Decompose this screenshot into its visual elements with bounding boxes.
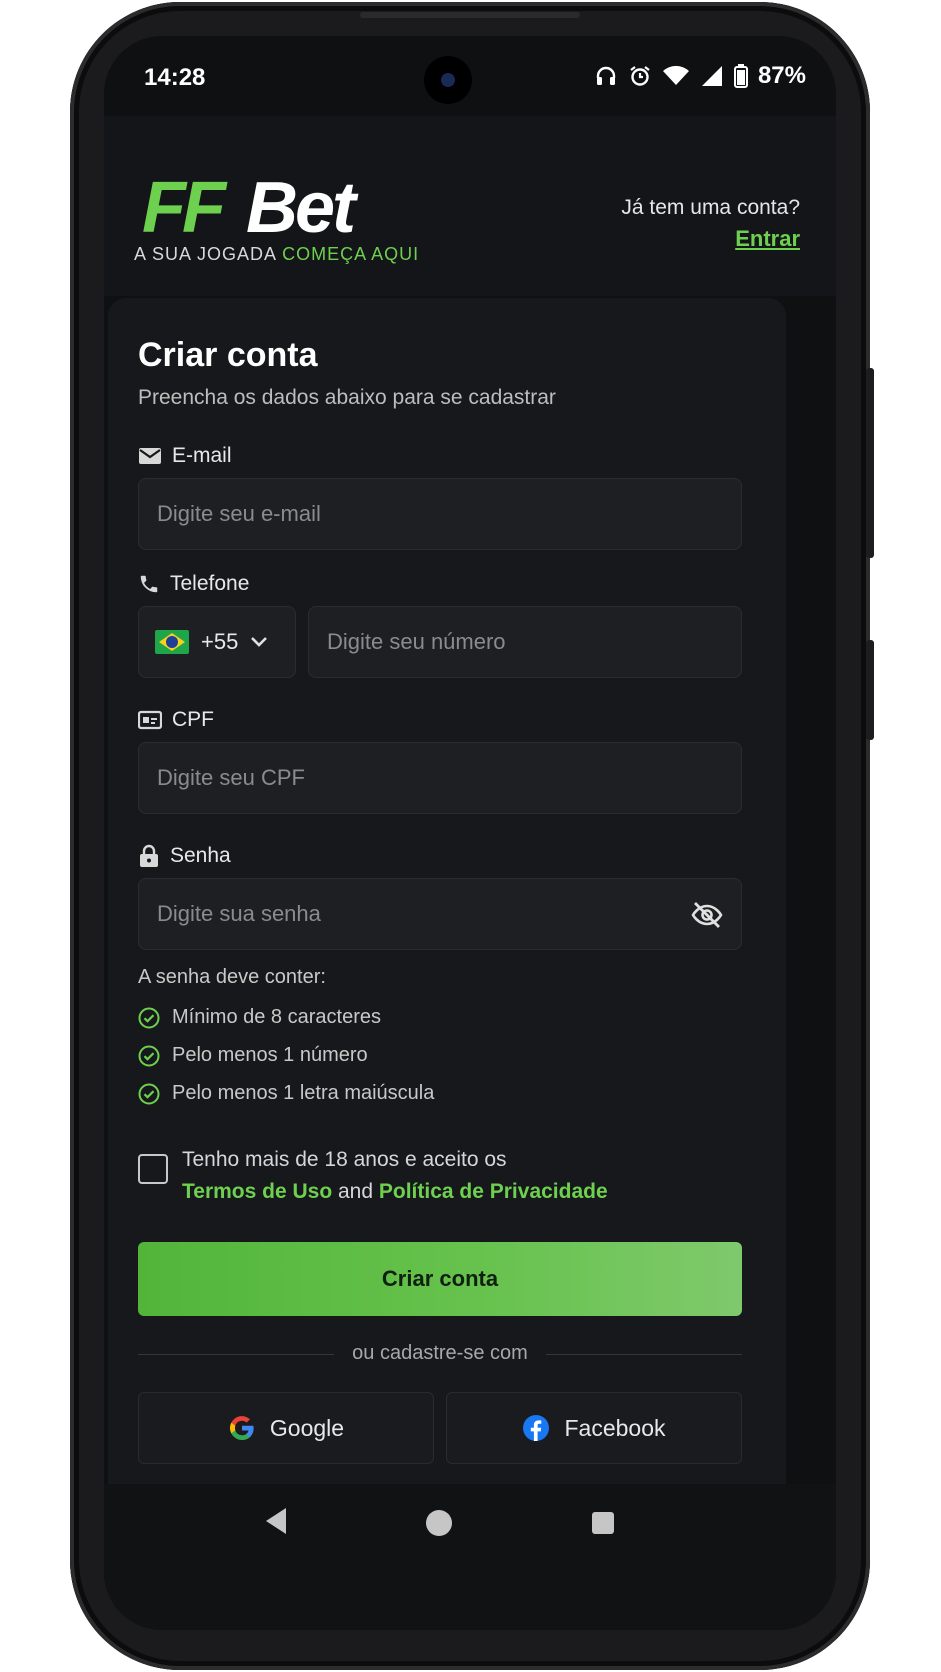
front-camera [424, 56, 472, 104]
tagline-prefix: A SUA JOGADA [134, 244, 277, 264]
phone-input[interactable] [327, 629, 741, 655]
email-label-text: E-mail [172, 444, 232, 467]
status-icons: 87% [594, 62, 806, 90]
check-circle-icon [138, 1045, 160, 1066]
privacy-policy-link[interactable]: Política de Privacidade [379, 1180, 608, 1203]
password-rules-title: A senha deve conter: [138, 966, 326, 988]
phone-label: Telefone [138, 572, 249, 596]
battery-icon [733, 64, 748, 88]
signup-card: Criar conta Preencha os dados abaixo par… [108, 298, 786, 1518]
screen: 14:28 87% FF Bet A SUA JOGADA COMEÇA AQU… [104, 36, 836, 1630]
headphones-icon [596, 66, 616, 85]
password-rule-text: Pelo menos 1 letra maiúscula [172, 1082, 435, 1104]
brazil-flag-icon [155, 630, 189, 654]
email-input[interactable] [157, 501, 741, 527]
terms-and: and [338, 1180, 374, 1203]
login-link[interactable]: Entrar [735, 226, 800, 252]
logo-ff: FF [142, 168, 226, 248]
country-code-select[interactable]: +55 [138, 606, 296, 678]
google-signup-button[interactable]: Google [138, 1392, 434, 1464]
tagline: A SUA JOGADA COMEÇA AQUI [134, 244, 419, 265]
signal-icon [701, 66, 722, 86]
status-bar: 14:28 87% [104, 36, 836, 116]
chevron-down-icon [251, 637, 268, 647]
wifi-icon [662, 65, 689, 85]
terms-checkbox[interactable] [138, 1154, 168, 1184]
mail-icon [139, 448, 161, 464]
home-icon[interactable] [426, 1510, 452, 1536]
status-time: 14:28 [144, 64, 206, 91]
cpf-input[interactable] [157, 765, 741, 791]
password-label-text: Senha [170, 844, 231, 867]
power-button [866, 368, 874, 558]
cpf-label: CPF [138, 708, 214, 732]
phone-icon [140, 575, 158, 593]
terms-text: Tenho mais de 18 anos e aceito os [182, 1148, 507, 1171]
recent-apps-icon[interactable] [592, 1512, 614, 1534]
password-input[interactable] [157, 901, 677, 927]
phone-label-text: Telefone [170, 572, 250, 595]
facebook-signup-button[interactable]: Facebook [446, 1392, 742, 1464]
phone-field[interactable] [308, 606, 742, 678]
battery-percent: 87% [757, 62, 806, 89]
divider-line [546, 1354, 742, 1355]
page-title: Criar conta [138, 336, 318, 374]
id-card-icon [138, 710, 162, 730]
cpf-field[interactable] [138, 742, 742, 814]
volume-button [866, 640, 874, 740]
google-label: Google [269, 1414, 345, 1441]
password-rule-text: Pelo menos 1 número [172, 1044, 368, 1066]
page-subtitle: Preencha os dados abaixo para se cadastr… [138, 386, 556, 409]
password-rule: Mínimo de 8 caracteres [138, 1006, 381, 1029]
lock-icon [140, 844, 158, 867]
email-label: E-mail [138, 444, 232, 468]
password-rule: Pelo menos 1 número [138, 1044, 368, 1067]
logo-bet: Bet [246, 168, 356, 248]
terms-of-use-link[interactable]: Termos de Uso [182, 1180, 332, 1203]
create-account-button[interactable]: Criar conta [138, 1242, 742, 1316]
eye-off-icon[interactable] [691, 901, 723, 929]
check-circle-icon [138, 1007, 160, 1028]
facebook-icon [523, 1415, 550, 1441]
app-header: FF Bet A SUA JOGADA COMEÇA AQUI Já tem u… [104, 116, 836, 296]
email-field[interactable] [138, 478, 742, 550]
navigation-bar [104, 1484, 836, 1630]
alarm-icon [630, 66, 650, 86]
password-rule-text: Mínimo de 8 caracteres [172, 1006, 381, 1028]
facebook-label: Facebook [564, 1414, 666, 1441]
check-circle-icon [138, 1083, 160, 1104]
back-icon[interactable] [264, 1506, 288, 1536]
tagline-highlight: COMEÇA AQUI [282, 244, 420, 264]
speaker-slit [360, 12, 580, 18]
cpf-label-text: CPF [172, 708, 214, 731]
password-field[interactable] [138, 878, 742, 950]
google-icon [229, 1416, 254, 1440]
account-question: Já tem uma conta? [621, 196, 800, 219]
password-label: Senha [138, 844, 231, 868]
social-divider: ou cadastre-se com [138, 1342, 742, 1366]
password-rule: Pelo menos 1 letra maiúscula [138, 1082, 434, 1105]
terms-links: Termos de Uso and Política de Privacidad… [182, 1180, 608, 1204]
country-code: +55 [201, 629, 239, 654]
